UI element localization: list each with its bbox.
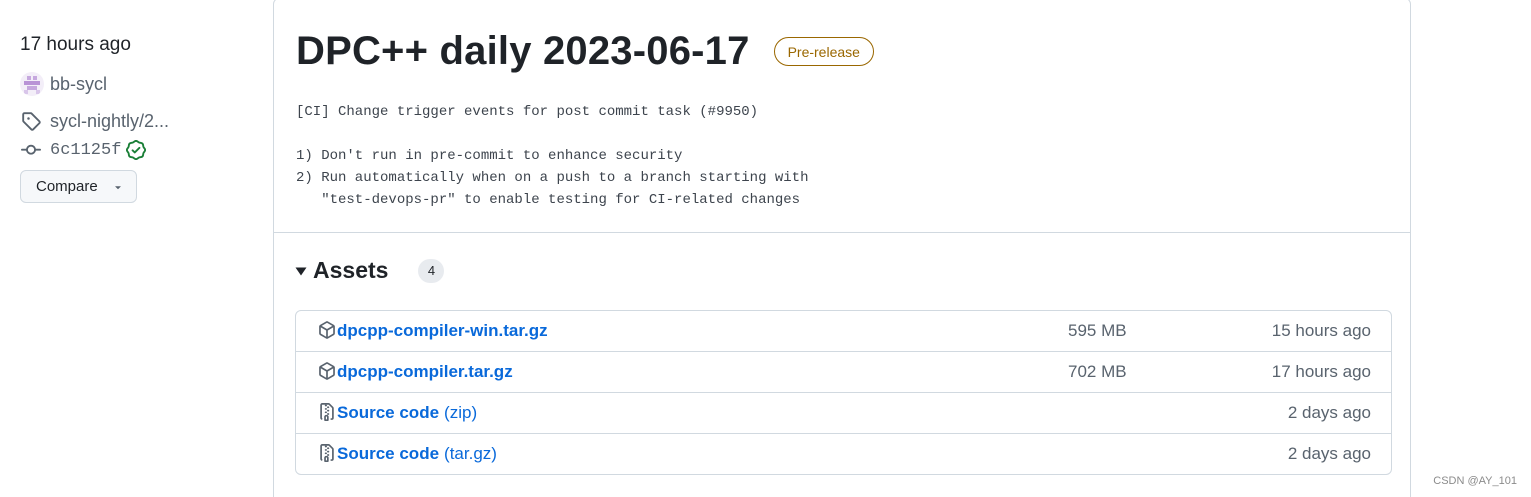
- asset-date: 2 days ago: [1287, 444, 1371, 463]
- asset-format: (zip): [444, 403, 478, 422]
- asset-name: dpcpp-compiler.tar.gz: [337, 362, 513, 381]
- release-notes: [CI] Change trigger events for post comm…: [296, 101, 808, 211]
- section-divider: [274, 232, 1410, 233]
- assets-title: Assets: [313, 257, 389, 283]
- tag-name[interactable]: sycl-nightly/2...: [50, 111, 169, 132]
- release-header: DPC++ daily 2023-06-17 Pre-release: [296, 29, 874, 74]
- asset-format: (tar.gz): [444, 444, 497, 463]
- asset-date: 2 days ago: [1287, 403, 1371, 422]
- file-zip-icon: [317, 402, 337, 422]
- asset-row: Source code (zip) 2 days ago: [296, 392, 1391, 433]
- assets-toggle[interactable]: Assets 4: [295, 257, 445, 284]
- asset-name: Source code: [337, 403, 440, 422]
- asset-row: dpcpp-compiler.tar.gz 702 MB 17 hours ag…: [296, 351, 1391, 392]
- tag-icon: [20, 110, 42, 132]
- notes-line: 2) Run automatically when on a push to a…: [296, 170, 809, 186]
- asset-name: Source code: [337, 444, 440, 463]
- asset-link[interactable]: Source code (zip): [337, 403, 477, 423]
- avatar[interactable]: [20, 72, 44, 96]
- package-icon: [317, 320, 337, 340]
- release-time: 17 hours ago: [20, 34, 131, 55]
- asset-size: 702 MB: [1068, 362, 1127, 381]
- asset-list: dpcpp-compiler-win.tar.gz 595 MB 15 hour…: [295, 310, 1392, 475]
- release-card: DPC++ daily 2023-06-17 Pre-release [CI] …: [273, 0, 1411, 497]
- commit-link[interactable]: 6c1125f: [20, 139, 147, 161]
- notes-line: [296, 123, 808, 145]
- asset-row: dpcpp-compiler-win.tar.gz 595 MB 15 hour…: [296, 311, 1391, 351]
- asset-link[interactable]: dpcpp-compiler.tar.gz: [337, 362, 513, 382]
- notes-line: "test-devops-pr" to enable testing for C…: [296, 192, 801, 208]
- notes-line: 1) Don't run in pre-commit to enhance se…: [296, 148, 683, 164]
- assets-count: 4: [418, 258, 445, 283]
- notes-line: [CI] Change trigger events for post comm…: [296, 104, 759, 120]
- triangle-down-icon: [112, 181, 124, 193]
- compare-label: Compare: [36, 178, 98, 195]
- asset-link[interactable]: dpcpp-compiler-win.tar.gz: [337, 321, 548, 341]
- asset-date: 15 hours ago: [1271, 321, 1371, 340]
- watermark: CSDN @AY_101: [1433, 475, 1517, 487]
- author-name[interactable]: bb-sycl: [50, 74, 107, 95]
- author-link[interactable]: bb-sycl: [20, 72, 107, 96]
- tag-link[interactable]: sycl-nightly/2...: [20, 110, 169, 132]
- git-commit-icon: [20, 139, 42, 161]
- asset-link[interactable]: Source code (tar.gz): [337, 444, 497, 464]
- asset-row: Source code (tar.gz) 2 days ago: [296, 433, 1391, 474]
- file-zip-icon: [317, 443, 337, 463]
- asset-date: 17 hours ago: [1271, 362, 1371, 381]
- release-title[interactable]: DPC++ daily 2023-06-17: [296, 29, 750, 74]
- release-page: 17 hours ago bb-sycl sycl-nightly/2... 6…: [0, 0, 1531, 497]
- verified-check-icon[interactable]: [126, 140, 147, 160]
- commit-sha[interactable]: 6c1125f: [50, 141, 121, 160]
- prerelease-badge: Pre-release: [773, 37, 874, 66]
- compare-button[interactable]: Compare: [20, 170, 137, 203]
- asset-size: 595 MB: [1068, 321, 1127, 340]
- triangle-down-icon: [295, 265, 307, 277]
- package-icon: [317, 361, 337, 381]
- asset-name: dpcpp-compiler-win.tar.gz: [337, 321, 548, 340]
